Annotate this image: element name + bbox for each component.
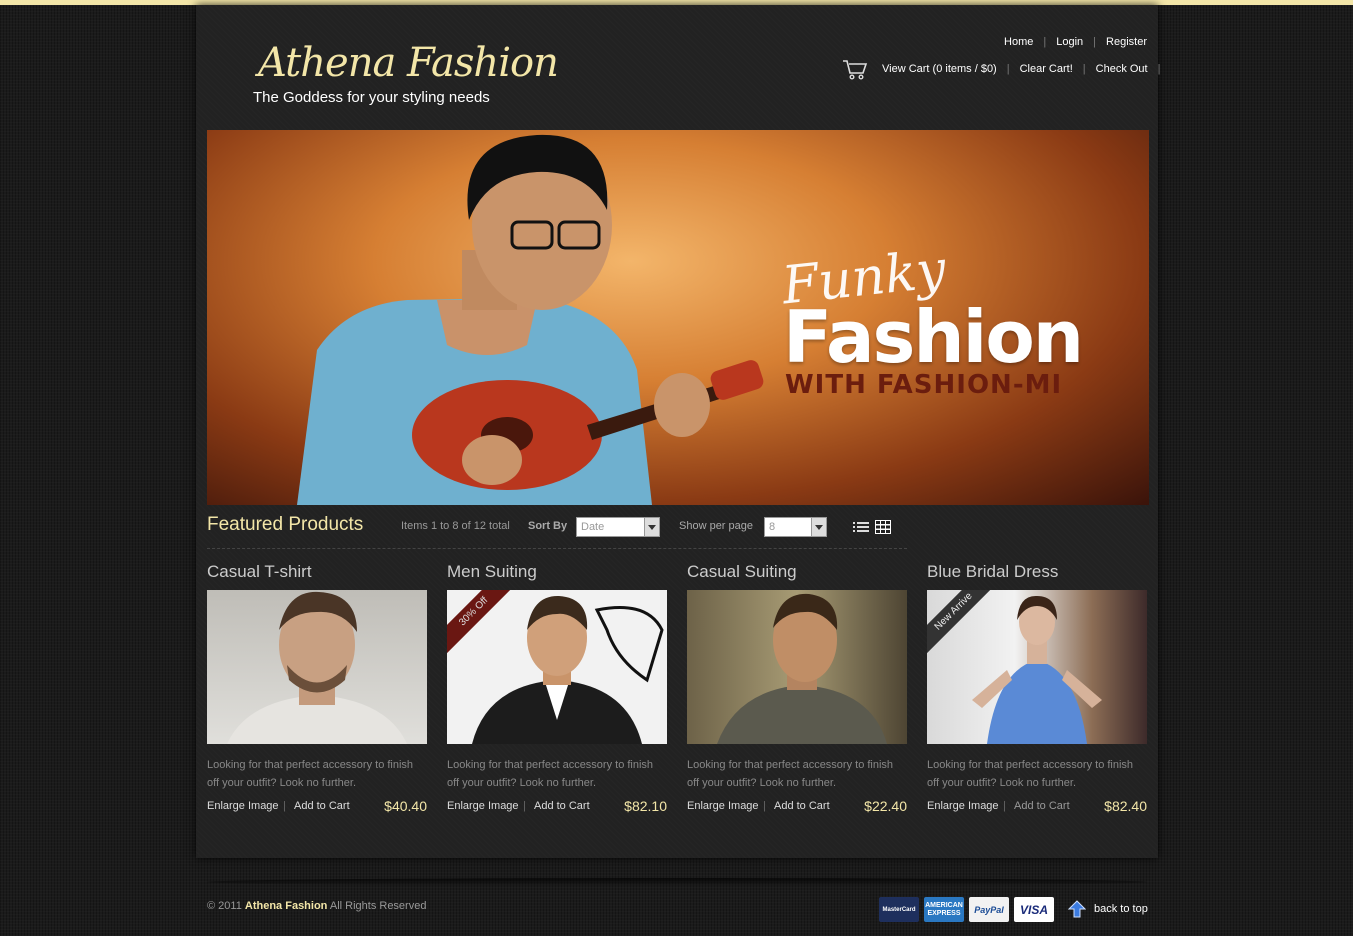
- product-image[interactable]: [687, 590, 907, 744]
- enlarge-image-link[interactable]: Enlarge Image: [687, 800, 759, 812]
- product-photo: [717, 593, 887, 744]
- nav-register-link[interactable]: Register: [1106, 36, 1147, 48]
- featured-products-heading: Featured Products: [207, 514, 364, 535]
- list-view-icon[interactable]: [853, 520, 869, 534]
- chevron-down-icon[interactable]: [644, 518, 659, 536]
- product-name[interactable]: Blue Bridal Dress: [927, 562, 1147, 590]
- action-separator: |: [283, 800, 286, 812]
- nav-separator: |: [1157, 63, 1161, 75]
- back-to-top[interactable]: back to top: [1068, 900, 1148, 918]
- product-description: Looking for that perfect accessory to fi…: [447, 759, 654, 789]
- product-actions: Enlarge Image | Add to Cart $40.40: [207, 798, 427, 818]
- per-page-value: 8: [769, 521, 776, 533]
- hero-banner[interactable]: Funky Fashion WITH FASHION-MI: [207, 130, 1149, 505]
- action-separator: |: [1003, 800, 1006, 812]
- copyright: © 2011 Athena Fashion All Rights Reserve…: [207, 900, 426, 912]
- clear-cart-link[interactable]: Clear Cart!: [1020, 63, 1073, 75]
- product-name[interactable]: Casual T-shirt: [207, 562, 427, 590]
- site-tagline: The Goddess for your styling needs: [253, 89, 490, 106]
- product-description: Looking for that perfect accessory to fi…: [207, 759, 414, 789]
- add-to-cart-link[interactable]: Add to Cart: [774, 800, 830, 812]
- shopping-cart-icon[interactable]: [842, 58, 868, 80]
- sort-by-value: Date: [581, 521, 605, 533]
- paypal-icon: PayPal: [969, 897, 1009, 922]
- product-card: Blue Bridal Dress New Arrive Looking for…: [927, 562, 1147, 818]
- copyright-year: © 2011: [207, 900, 242, 912]
- items-count: Items 1 to 8 of 12 total: [401, 520, 510, 532]
- product-card: Men Suiting 30% Off Looking for that per…: [447, 562, 667, 818]
- grid-view-icon[interactable]: [875, 520, 891, 534]
- product-description: Looking for that perfect accessory to fi…: [927, 759, 1134, 789]
- view-mode-toggle: [853, 520, 891, 534]
- top-nav: Home | Login | Register: [1004, 36, 1147, 48]
- nav-home-link[interactable]: Home: [1004, 36, 1033, 48]
- footer-brand-link[interactable]: Athena Fashion: [245, 900, 328, 912]
- amex-icon: AMERICAN EXPRESS: [924, 897, 964, 922]
- copyright-suffix: All Rights Reserved: [329, 900, 427, 912]
- product-price: $82.10: [624, 798, 667, 814]
- product-price: $82.40: [1104, 798, 1147, 814]
- product-card: Casual Suiting Looking for that perfect …: [687, 562, 907, 818]
- cart-nav: View Cart (0 items / $0) | Clear Cart! |…: [842, 58, 1170, 80]
- product-image[interactable]: 30% Off: [447, 590, 667, 744]
- view-cart-link[interactable]: View Cart (0 items / $0): [882, 63, 997, 75]
- visa-icon: VISA: [1014, 897, 1054, 922]
- enlarge-image-link[interactable]: Enlarge Image: [927, 800, 999, 812]
- enlarge-image-link[interactable]: Enlarge Image: [207, 800, 279, 812]
- per-page-select[interactable]: 8: [764, 517, 827, 537]
- product-description: Looking for that perfect accessory to fi…: [687, 759, 894, 789]
- sort-by-label: Sort By: [528, 520, 568, 532]
- footer-shadow: [207, 878, 1147, 886]
- nav-separator: |: [1006, 63, 1010, 75]
- product-name[interactable]: Men Suiting: [447, 562, 667, 590]
- nav-separator: |: [1043, 36, 1047, 48]
- add-to-cart-link[interactable]: Add to Cart: [1014, 800, 1070, 812]
- product-actions: Enlarge Image | Add to Cart $22.40: [687, 798, 907, 818]
- site-logo[interactable]: Athena Fashion: [258, 40, 559, 86]
- mastercard-icon: MasterCard: [879, 897, 919, 922]
- action-separator: |: [523, 800, 526, 812]
- product-price: $22.40: [864, 798, 907, 814]
- enlarge-image-link[interactable]: Enlarge Image: [447, 800, 519, 812]
- hero-subtitle: WITH FASHION-MI: [785, 370, 1063, 400]
- product-photo: [227, 591, 407, 744]
- checkout-link[interactable]: Check Out: [1096, 63, 1148, 75]
- back-to-top-link[interactable]: back to top: [1094, 903, 1148, 915]
- add-to-cart-link[interactable]: Add to Cart: [294, 800, 350, 812]
- nav-separator: |: [1082, 63, 1086, 75]
- product-actions: Enlarge Image | Add to Cart $82.40: [927, 798, 1147, 818]
- arrow-up-icon[interactable]: [1068, 900, 1086, 918]
- product-price: $40.40: [384, 798, 427, 814]
- add-to-cart-link[interactable]: Add to Cart: [534, 800, 590, 812]
- product-name[interactable]: Casual Suiting: [687, 562, 907, 590]
- nav-separator: |: [1093, 36, 1097, 48]
- payment-methods: MasterCard AMERICAN EXPRESS PayPal VISA: [879, 897, 1054, 922]
- sort-by-select[interactable]: Date: [576, 517, 660, 537]
- per-page-label: Show per page: [679, 520, 753, 532]
- action-separator: |: [763, 800, 766, 812]
- product-image[interactable]: [207, 590, 427, 744]
- toolbar-divider: [207, 548, 907, 549]
- product-card: Casual T-shirt Looking for that perfect …: [207, 562, 427, 818]
- chevron-down-icon[interactable]: [811, 518, 826, 536]
- nav-login-link[interactable]: Login: [1056, 36, 1083, 48]
- hero-fashion-text: Fashion: [783, 295, 1084, 379]
- product-actions: Enlarge Image | Add to Cart $82.10: [447, 798, 667, 818]
- product-image[interactable]: New Arrive: [927, 590, 1147, 744]
